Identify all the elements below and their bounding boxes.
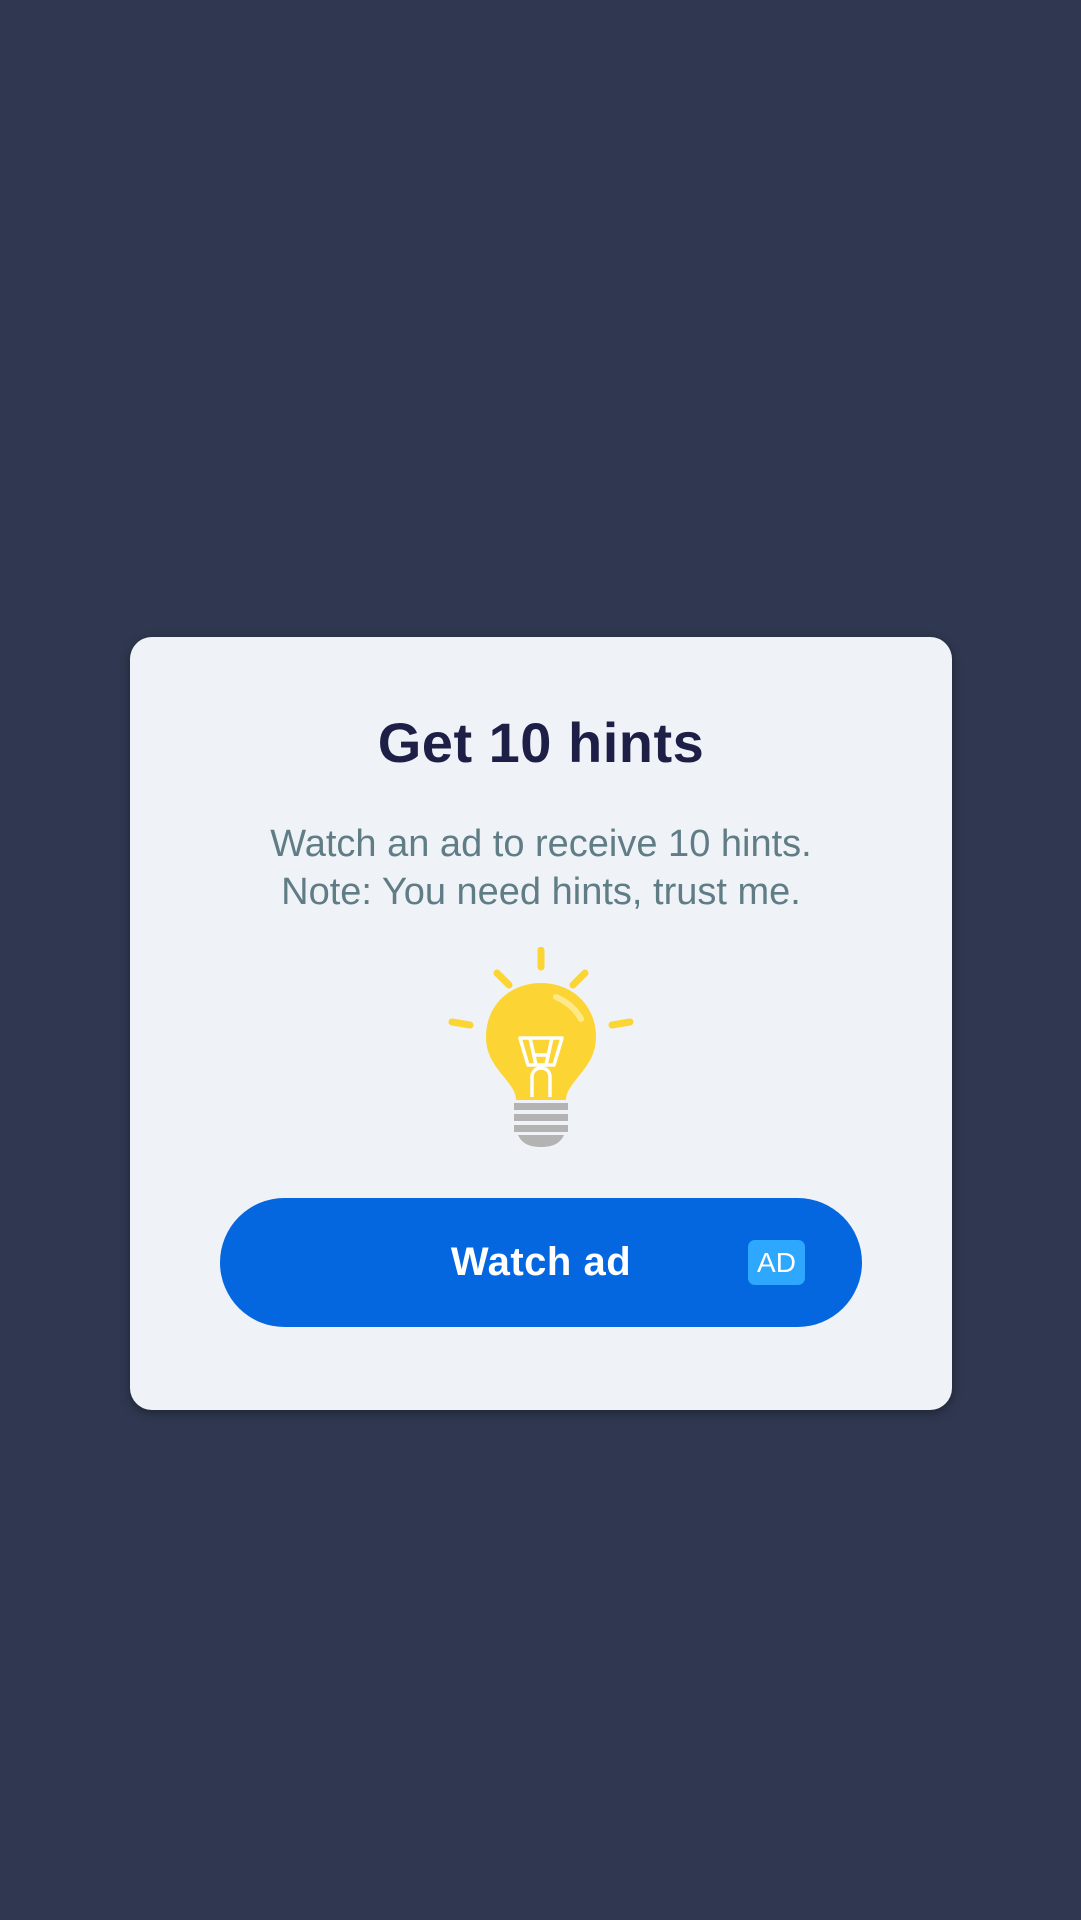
screen-background: Get 10 hints Watch an ad to receive 10 h… <box>0 0 1081 1920</box>
message-line-2: Note: You need hints, trust me. <box>281 871 801 913</box>
message-line-1: Watch an ad to receive 10 hints. <box>270 823 812 865</box>
dialog-title: Get 10 hints <box>377 711 705 774</box>
hints-dialog: Get 10 hints Watch an ad to receive 10 h… <box>130 637 952 1410</box>
dialog-message: Watch an ad to receive 10 hints. Note: Y… <box>130 820 952 916</box>
lightbulb-icon <box>448 947 634 1147</box>
ad-badge: AD <box>748 1240 805 1285</box>
watch-ad-button[interactable]: Watch ad AD <box>220 1198 862 1327</box>
